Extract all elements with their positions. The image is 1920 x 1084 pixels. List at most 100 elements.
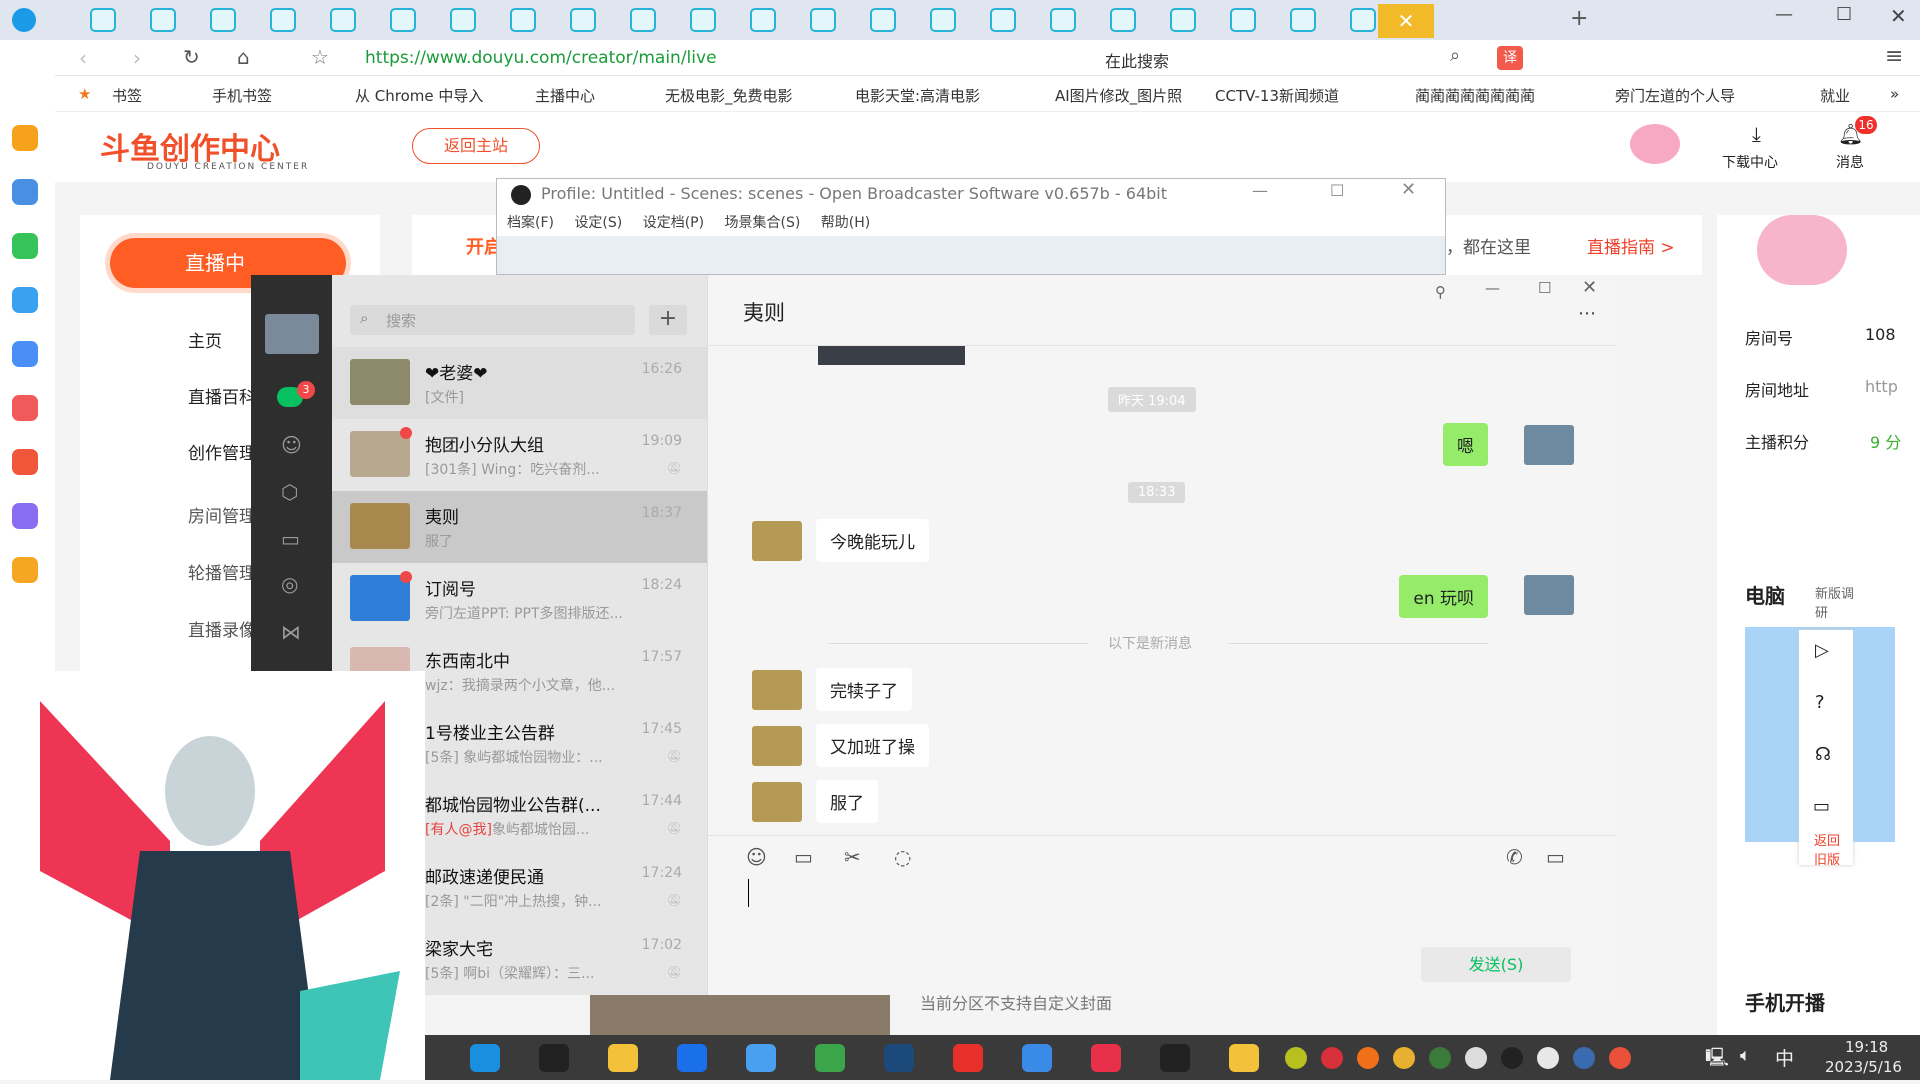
clock-time[interactable]: 19:18 xyxy=(1845,1038,1888,1056)
monitor-icon[interactable]: ▭ xyxy=(1813,796,1830,817)
contact-avatar[interactable] xyxy=(752,782,802,822)
tray-icon[interactable] xyxy=(1465,1047,1487,1069)
bookmark-item[interactable]: 旁门左道的个人导 xyxy=(1615,85,1735,106)
taskbar-app-icon[interactable] xyxy=(677,1044,707,1072)
url-field[interactable]: https://www.douyu.com/creator/main/live xyxy=(365,48,717,68)
message-bubble-received[interactable]: 完犊子了 xyxy=(816,668,912,711)
add-button[interactable]: + xyxy=(649,305,687,335)
folder-icon[interactable]: ▭ xyxy=(281,527,300,551)
pin-icon[interactable]: ⚲ xyxy=(1435,283,1446,301)
drive-icon[interactable] xyxy=(12,341,38,367)
obs-menu-scenes[interactable]: 场景集合(S) xyxy=(725,215,801,231)
browser-tab[interactable] xyxy=(390,8,416,32)
nav-wiki[interactable]: 直播百科 xyxy=(188,383,256,408)
bookmarks-more[interactable]: » xyxy=(1890,85,1899,103)
home-icon[interactable]: ⌂ xyxy=(237,45,250,69)
obs-menu-profile[interactable]: 设定档(P) xyxy=(643,215,704,231)
obs-close-icon[interactable]: ✕ xyxy=(1401,179,1416,200)
browser-tab[interactable] xyxy=(150,8,176,32)
bookmark-item[interactable]: 主播中心 xyxy=(535,85,595,106)
obs-menu-settings[interactable]: 设定(S) xyxy=(574,215,622,231)
browser-tab[interactable] xyxy=(990,8,1016,32)
messages-label[interactable]: 消息 xyxy=(1836,152,1864,172)
send-button[interactable]: 发送(S) xyxy=(1421,947,1571,982)
search-box[interactable]: 在此搜索 xyxy=(1105,48,1169,72)
chat-list-item[interactable]: 抱团小分队大组 [301条] Wing：吃兴奋剂... 19:09 🔕︎ xyxy=(332,419,707,491)
close-icon[interactable]: ✕ xyxy=(1890,4,1907,28)
obs-maximize-icon[interactable]: ☐ xyxy=(1330,181,1344,200)
tray-icon[interactable] xyxy=(1609,1047,1631,1069)
bookmark-item[interactable]: 无极电影_免费电影 xyxy=(665,85,793,106)
contact-avatar[interactable] xyxy=(752,670,802,710)
browser-tab[interactable] xyxy=(1110,8,1136,32)
bookmark-item[interactable]: 蔺蔺蔺蔺蔺蔺蔺蔺 xyxy=(1415,85,1535,106)
chat-history-icon[interactable]: ◌ xyxy=(894,845,911,869)
taskbar-app-icon[interactable] xyxy=(470,1044,500,1072)
active-tab-close-icon[interactable]: ✕ xyxy=(1378,4,1434,38)
video-call-icon[interactable]: ▭ xyxy=(1546,845,1565,869)
tray-icon[interactable] xyxy=(1501,1047,1523,1069)
play-icon[interactable]: ▷ xyxy=(1815,640,1829,661)
browser-tab[interactable] xyxy=(870,8,896,32)
maximize-icon[interactable]: ☐ xyxy=(1836,4,1852,25)
bookmark-item[interactable]: AI图片修改_图片照 xyxy=(1055,85,1182,106)
headset-icon[interactable]: ☊ xyxy=(1815,744,1831,765)
search-input[interactable]: ⌕ 搜索 xyxy=(350,305,635,335)
network-icon[interactable]: 🖳︎ xyxy=(1705,1045,1729,1075)
minimize-icon[interactable]: — xyxy=(1485,279,1500,297)
wechat-icon[interactable] xyxy=(12,233,38,259)
bookmark-item[interactable]: 就业 xyxy=(1820,85,1850,106)
notes-icon[interactable] xyxy=(12,503,38,529)
taskbar-app-icon[interactable] xyxy=(884,1044,914,1072)
back-icon[interactable]: ‹ xyxy=(79,46,87,70)
back-home-button[interactable]: 返回主站 xyxy=(412,128,540,164)
my-avatar[interactable] xyxy=(1524,425,1574,465)
obs-menu-file[interactable]: 档案(F) xyxy=(507,215,554,231)
browser-tab[interactable] xyxy=(1350,8,1376,32)
tray-icon[interactable] xyxy=(1573,1047,1595,1069)
chat-list-item[interactable]: ❤老婆❤ [文件] 16:26 xyxy=(332,347,707,419)
nav-carousel[interactable]: 轮播管理 xyxy=(188,559,256,584)
image-message[interactable] xyxy=(818,346,965,365)
message-bubble-received[interactable]: 服了 xyxy=(816,780,878,823)
browser-tab[interactable] xyxy=(510,8,536,32)
maximize-icon[interactable]: ☐ xyxy=(1538,279,1551,297)
more-icon[interactable]: ⋯ xyxy=(1578,303,1596,324)
nav-records[interactable]: 直播录像 xyxy=(188,616,256,641)
taskbar-app-icon[interactable] xyxy=(815,1044,845,1072)
browser-tab[interactable] xyxy=(270,8,296,32)
cloud-icon[interactable] xyxy=(12,287,38,313)
download-center-label[interactable]: 下载中心 xyxy=(1722,152,1778,172)
taskbar-app-icon[interactable] xyxy=(539,1044,569,1072)
new-version-survey[interactable]: 新版调研 xyxy=(1815,583,1855,621)
screenshot-icon[interactable]: ✂ xyxy=(844,845,861,869)
volume-icon[interactable]: 🔈︎ xyxy=(1740,1045,1751,1066)
tray-icon[interactable] xyxy=(1429,1047,1451,1069)
tray-icon[interactable] xyxy=(1537,1047,1559,1069)
room-url-value[interactable]: http xyxy=(1865,377,1898,396)
tray-icon[interactable] xyxy=(1321,1047,1343,1069)
browser-tab[interactable] xyxy=(630,8,656,32)
browser-tab[interactable] xyxy=(1050,8,1076,32)
file-icon[interactable]: ▭ xyxy=(794,845,813,869)
browser-tab[interactable] xyxy=(90,8,116,32)
message-bubble-received[interactable]: 又加班了操 xyxy=(816,724,929,767)
bookmark-item[interactable]: 电影天堂:高清电影 xyxy=(855,85,980,106)
old-version-button[interactable]: 返回旧版 xyxy=(1809,830,1845,868)
tray-icon[interactable] xyxy=(1285,1047,1307,1069)
browser-tab[interactable] xyxy=(1170,8,1196,32)
bookmark-item[interactable]: 手机书签 xyxy=(212,85,272,106)
tray-icon[interactable] xyxy=(1393,1047,1415,1069)
message-bubble-sent[interactable]: en 玩呗 xyxy=(1399,575,1488,618)
close-icon[interactable]: ✕ xyxy=(1582,277,1597,298)
moments-icon[interactable]: ◎ xyxy=(281,572,298,596)
emoji-icon[interactable]: ☺ xyxy=(746,845,767,869)
new-tab-icon[interactable]: + xyxy=(1570,6,1588,31)
help-icon[interactable]: ? xyxy=(1815,692,1825,713)
search-icon[interactable]: ⌕ xyxy=(1450,45,1460,66)
browser-tab[interactable] xyxy=(330,8,356,32)
obs-minimize-icon[interactable]: — xyxy=(1252,181,1268,200)
pdf-icon[interactable] xyxy=(12,449,38,475)
ime-indicator[interactable]: 中 xyxy=(1775,1044,1794,1071)
obs-menu-help[interactable]: 帮助(H) xyxy=(821,215,870,231)
